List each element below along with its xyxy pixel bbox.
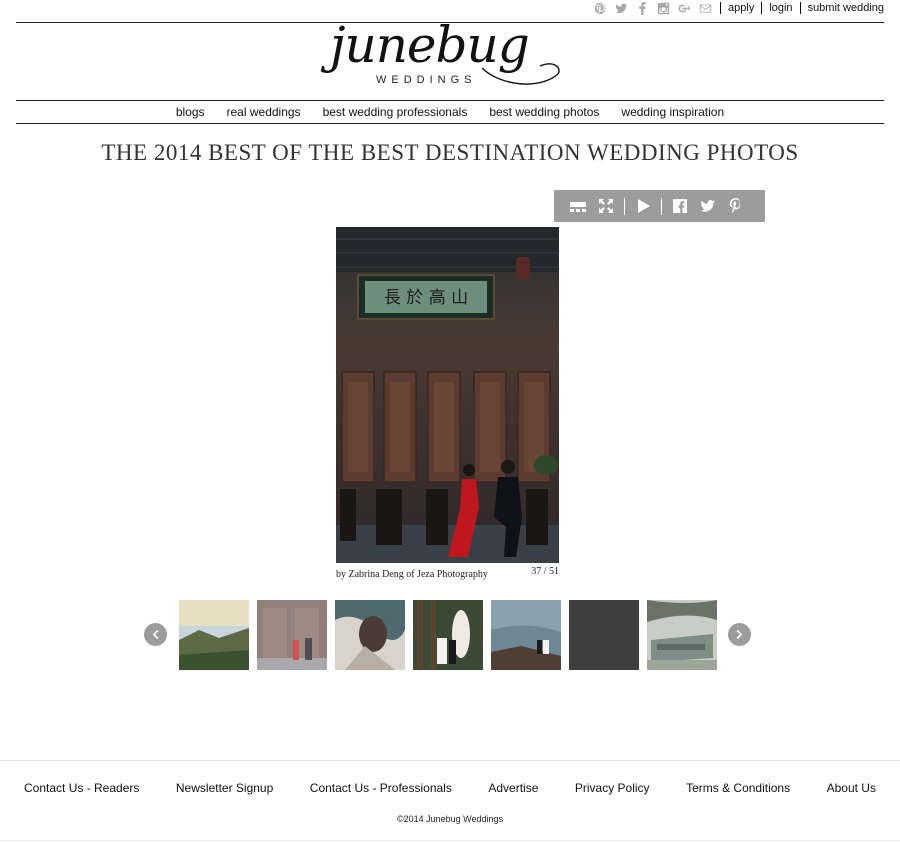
chevron-right-icon — [736, 629, 743, 640]
play-icon — [638, 199, 650, 213]
pinterest-icon — [729, 198, 741, 214]
top-utility-bar: apply login submit wedding — [594, 0, 884, 16]
thumbnail[interactable] — [413, 600, 483, 670]
footer-link-contact-readers[interactable]: Contact Us - Readers — [24, 781, 139, 795]
instagram-icon[interactable] — [657, 2, 670, 15]
footer-link-contact-professionals[interactable]: Contact Us - Professionals — [310, 781, 452, 795]
twitter-icon[interactable] — [615, 2, 628, 15]
previous-photo-button[interactable] — [144, 623, 167, 646]
thumbnail-strip — [179, 600, 717, 670]
main-nav: blogs real weddings best wedding profess… — [16, 101, 884, 123]
thumbnail[interactable] — [257, 600, 327, 670]
footer-link-terms-conditions[interactable]: Terms & Conditions — [686, 781, 790, 795]
thumbnail[interactable] — [335, 600, 405, 670]
play-slideshow-button[interactable] — [629, 190, 657, 222]
next-photo-button[interactable] — [728, 623, 751, 646]
thumbnail[interactable] — [569, 600, 639, 670]
fullscreen-button[interactable] — [592, 190, 620, 222]
twitter-icon — [700, 200, 715, 212]
chevron-left-icon — [152, 629, 159, 640]
photo-credit: by Zabrina Deng of Jeza Photography — [336, 569, 488, 580]
main-gallery-photo[interactable]: 長 於 高 山 — [336, 227, 559, 563]
nav-item-best-wedding-professionals[interactable]: best wedding professionals — [323, 105, 468, 119]
photo-counter: 37 / 51 — [531, 566, 559, 577]
footer-link-newsletter-signup[interactable]: Newsletter Signup — [176, 781, 273, 795]
share-twitter-button[interactable] — [694, 190, 722, 222]
gallery-toolbar — [554, 190, 765, 222]
photo-sign-text: 長 於 高 山 — [384, 288, 468, 308]
share-pinterest-button[interactable] — [722, 190, 750, 222]
share-facebook-button[interactable] — [666, 190, 694, 222]
email-icon[interactable] — [699, 2, 712, 15]
wedding-photo-image: 長 於 高 山 — [336, 227, 559, 563]
submit-wedding-link[interactable]: submit wedding — [799, 2, 884, 14]
google-plus-icon[interactable] — [678, 2, 691, 15]
facebook-icon[interactable] — [636, 1, 649, 15]
nav-item-best-wedding-photos[interactable]: best wedding photos — [489, 105, 599, 119]
footer-link-about-us[interactable]: About Us — [827, 781, 876, 795]
copyright-text: ©2014 Junebug Weddings — [396, 814, 504, 824]
facebook-icon — [673, 199, 687, 213]
page-title: THE 2014 BEST OF THE BEST DESTINATION WE… — [101, 140, 799, 165]
fullscreen-icon — [599, 199, 613, 213]
thumbnail[interactable] — [491, 600, 561, 670]
thumbnail[interactable] — [179, 600, 249, 670]
nav-item-blogs[interactable]: blogs — [176, 105, 205, 119]
photo-caption: by Zabrina Deng of Jeza Photography 37 /… — [336, 566, 559, 580]
logo-subtitle: WEDDINGS — [376, 74, 477, 86]
footer-link-privacy-policy[interactable]: Privacy Policy — [575, 781, 650, 795]
site-logo[interactable]: junebug WEDDINGS — [330, 16, 570, 98]
nav-item-wedding-inspiration[interactable]: wedding inspiration — [621, 105, 724, 119]
nav-item-real-weddings[interactable]: real weddings — [227, 105, 301, 119]
thumbnail[interactable] — [647, 600, 717, 670]
toolbar-divider — [624, 197, 625, 215]
apply-link[interactable]: apply — [720, 2, 761, 14]
toolbar-divider — [661, 197, 662, 215]
thumbnails-icon — [570, 202, 586, 212]
social-icons — [594, 1, 712, 15]
thumbnails-button[interactable] — [564, 190, 592, 222]
account-links: apply login submit wedding — [720, 2, 884, 14]
footer-link-advertise[interactable]: Advertise — [488, 781, 538, 795]
logo-swash-icon — [481, 63, 560, 85]
login-link[interactable]: login — [761, 2, 799, 14]
footer-rule — [0, 760, 900, 761]
footer-bottom-rule — [0, 840, 900, 841]
footer-links: Contact Us - Readers Newsletter Signup C… — [24, 781, 876, 795]
nav-bottom-rule — [16, 123, 884, 124]
pinterest-icon[interactable] — [594, 2, 607, 15]
